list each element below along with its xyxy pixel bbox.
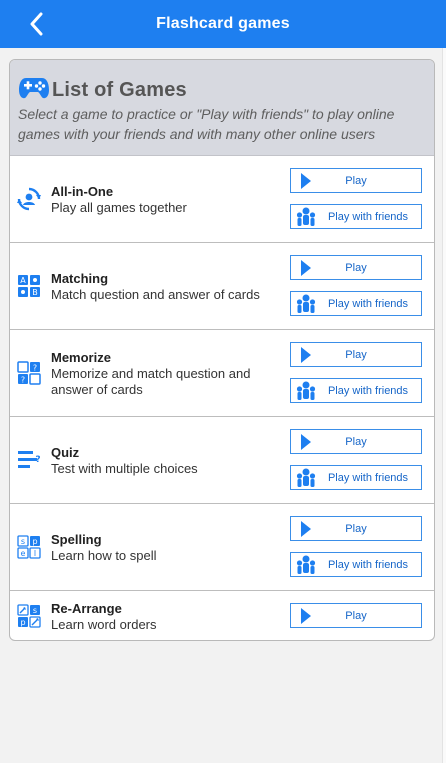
- play-icon: [291, 169, 321, 192]
- play-with-friends-label: Play with friends: [327, 558, 409, 571]
- game-name: Re-Arrange: [51, 601, 122, 616]
- game-name: Matching: [51, 271, 109, 286]
- play-button[interactable]: Play: [290, 342, 422, 367]
- play-button[interactable]: Play: [290, 603, 422, 628]
- play-with-friends-label: Play with friends: [327, 384, 409, 397]
- game-row-re-arrange: s p Re-Arrange Learn word orders Play: [10, 591, 434, 640]
- game-name: Memorize: [51, 350, 111, 365]
- spelling-icon: s p e l: [17, 535, 41, 559]
- scrollbar-track[interactable]: [442, 48, 446, 763]
- play-with-friends-label: Play with friends: [327, 210, 409, 223]
- rearrange-icon: s p: [17, 604, 41, 628]
- games-panel: List of Games Select a game to practice …: [9, 59, 435, 641]
- all-in-one-icon: [17, 187, 41, 211]
- play-with-friends-button[interactable]: Play with friends: [290, 552, 422, 577]
- game-description: Match question and answer of cards: [51, 287, 260, 302]
- play-icon: [291, 517, 321, 540]
- game-description: Play all games together: [51, 200, 187, 215]
- back-button[interactable]: [22, 10, 52, 38]
- play-button-label: Play: [345, 435, 367, 448]
- page-title: Flashcard games: [156, 15, 290, 32]
- play-button-label: Play: [345, 261, 367, 274]
- play-button[interactable]: Play: [290, 429, 422, 454]
- game-name: Spelling: [51, 532, 102, 547]
- play-button[interactable]: Play: [290, 255, 422, 280]
- svg-text:?: ?: [35, 455, 40, 465]
- group-icon: [291, 292, 321, 315]
- game-row-quiz: ? Quiz Test with multiple choices Play P…: [10, 417, 434, 504]
- svg-text:s: s: [33, 606, 37, 615]
- svg-text:B: B: [32, 288, 38, 297]
- play-with-friends-button[interactable]: Play with friends: [290, 204, 422, 229]
- games-panel-title: List of Games: [52, 78, 187, 101]
- game-row-matching: A B Matching Match question and answer o…: [10, 243, 434, 330]
- games-panel-header: List of Games Select a game to practice …: [10, 60, 434, 156]
- game-name: Quiz: [51, 445, 80, 460]
- play-button[interactable]: Play: [290, 516, 422, 541]
- group-icon: [291, 205, 321, 228]
- chevron-left-icon: [30, 12, 43, 36]
- matching-icon: A B: [18, 275, 40, 297]
- svg-text:l: l: [34, 549, 36, 558]
- group-icon: [291, 553, 321, 576]
- game-row-memorize: ? ? Memorize Memorize and match question…: [10, 330, 434, 417]
- play-button[interactable]: Play: [290, 168, 422, 193]
- play-icon: [291, 343, 321, 366]
- games-panel-description: Select a game to practice or "Play with …: [18, 106, 395, 142]
- game-description: Test with multiple choices: [51, 461, 198, 476]
- play-icon: [291, 604, 321, 627]
- svg-text:?: ?: [33, 364, 37, 373]
- svg-text:e: e: [21, 549, 26, 558]
- svg-text:s: s: [21, 537, 25, 546]
- gamepad-icon: [19, 78, 49, 99]
- play-button-label: Play: [345, 348, 367, 361]
- play-button-label: Play: [345, 609, 367, 622]
- memorize-icon: ? ?: [17, 361, 41, 385]
- game-row-spelling: s p e l Spelling Learn how to spell Play…: [10, 504, 434, 591]
- game-description: Memorize and match question and answer o…: [51, 366, 251, 397]
- game-name: All-in-One: [51, 184, 114, 199]
- game-description: Learn how to spell: [51, 548, 157, 563]
- play-with-friends-button[interactable]: Play with friends: [290, 465, 422, 490]
- svg-text:p: p: [20, 618, 25, 627]
- play-with-friends-label: Play with friends: [327, 471, 409, 484]
- play-with-friends-button[interactable]: Play with friends: [290, 378, 422, 403]
- game-description: Learn word orders: [51, 617, 157, 632]
- group-icon: [291, 466, 321, 489]
- svg-text:A: A: [20, 276, 26, 285]
- game-row-all-in-one: All-in-One Play all games together Play …: [10, 156, 434, 243]
- play-button-label: Play: [345, 174, 367, 187]
- group-icon: [291, 379, 321, 402]
- svg-text:?: ?: [21, 376, 25, 385]
- play-icon: [291, 430, 321, 453]
- quiz-icon: ?: [18, 451, 41, 468]
- svg-text:p: p: [32, 537, 37, 546]
- play-with-friends-label: Play with friends: [327, 297, 409, 310]
- play-button-label: Play: [345, 522, 367, 535]
- app-header: Flashcard games: [0, 0, 446, 48]
- play-icon: [291, 256, 321, 279]
- play-with-friends-button[interactable]: Play with friends: [290, 291, 422, 316]
